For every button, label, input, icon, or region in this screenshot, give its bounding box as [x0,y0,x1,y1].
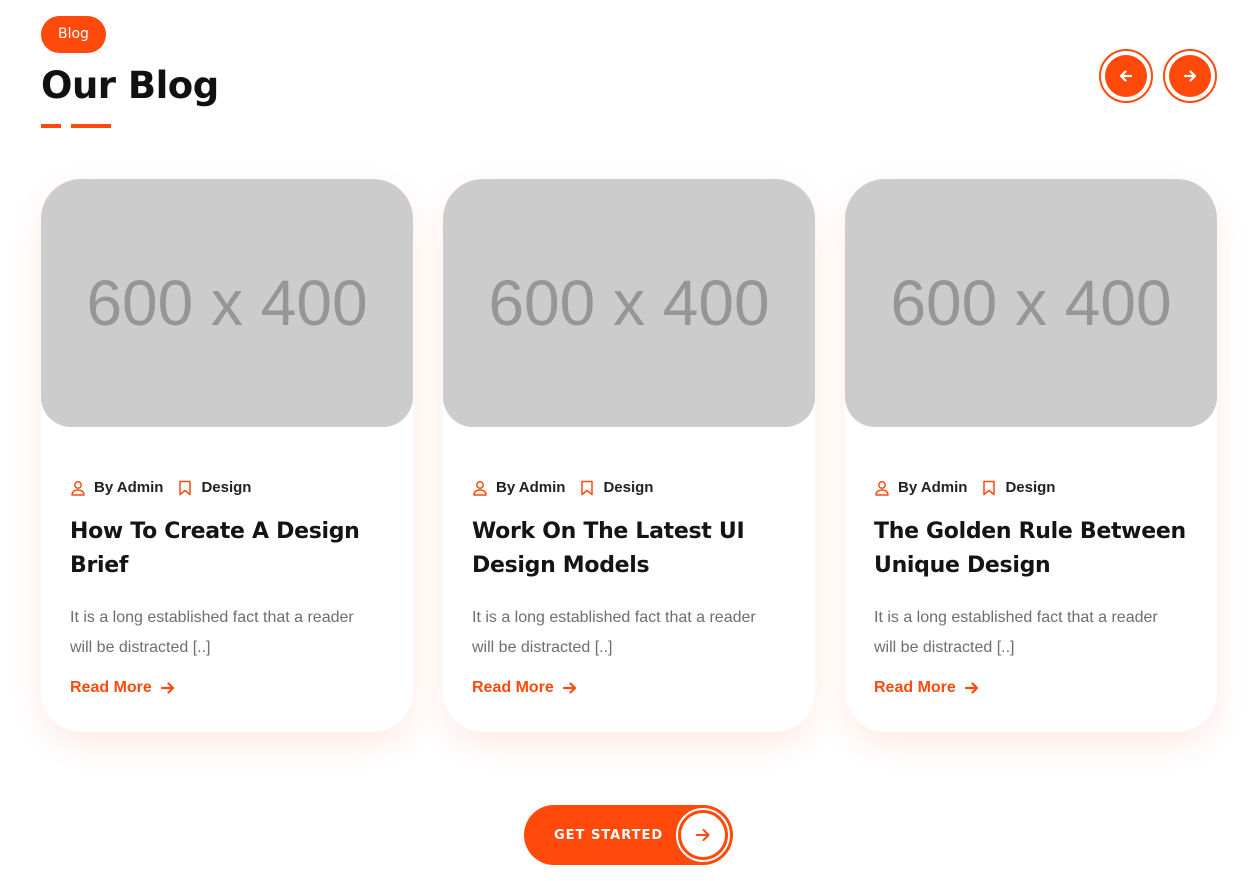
post-title[interactable]: The Golden Rule Between Unique Design [874,515,1194,583]
blog-card[interactable]: 600 x 400 By Admin Design How To Create … [41,179,413,732]
post-image-placeholder[interactable]: 600 x 400 [41,179,413,427]
post-excerpt: It is a long established fact that a rea… [874,609,1158,656]
post-category[interactable]: Design [603,479,653,496]
carousel-prev-button[interactable] [1099,49,1153,103]
post-excerpt: It is a long established fact that a rea… [472,609,756,656]
bookmark-icon [177,480,193,496]
user-icon [874,480,890,496]
post-meta: By Admin Design [874,479,1055,496]
title-underline-long [71,124,111,128]
post-image-placeholder[interactable]: 600 x 400 [443,179,815,427]
post-category[interactable]: Design [1005,479,1055,496]
read-more-link[interactable]: Read More [874,679,980,697]
get-started-button[interactable]: GET STARTED [524,805,733,865]
read-more-link[interactable]: Read More [70,679,176,697]
user-icon [472,480,488,496]
arrow-right-icon [562,680,578,696]
post-category[interactable]: Design [201,479,251,496]
post-author[interactable]: By Admin [898,479,967,496]
read-more-link[interactable]: Read More [472,679,578,697]
blog-badge: Blog [41,16,106,53]
bookmark-icon [579,480,595,496]
carousel-next-button[interactable] [1163,49,1217,103]
post-title[interactable]: Work On The Latest UI Design Models [472,515,792,583]
post-meta: By Admin Design [472,479,653,496]
user-icon [70,480,86,496]
read-more-label: Read More [874,679,956,696]
bookmark-icon [981,480,997,496]
post-excerpt: It is a long established fact that a rea… [70,609,354,656]
arrow-right-icon [964,680,980,696]
section-title: Our Blog [41,64,219,107]
read-more-label: Read More [472,679,554,696]
arrow-right-icon [160,680,176,696]
post-author[interactable]: By Admin [94,479,163,496]
arrow-right-icon [681,813,725,857]
blog-card[interactable]: 600 x 400 By Admin Design The Golden Rul… [845,179,1217,732]
post-meta: By Admin Design [70,479,251,496]
arrow-left-icon [1105,55,1147,97]
post-title[interactable]: How To Create A Design Brief [70,515,390,583]
read-more-label: Read More [70,679,152,696]
arrow-right-icon [1169,55,1211,97]
post-image-placeholder[interactable]: 600 x 400 [845,179,1217,427]
post-author[interactable]: By Admin [496,479,565,496]
cta-arrow-circle [676,808,730,862]
blog-card[interactable]: 600 x 400 By Admin Design Work On The La… [443,179,815,732]
title-underline-short [41,124,61,128]
get-started-label: GET STARTED [554,827,664,843]
